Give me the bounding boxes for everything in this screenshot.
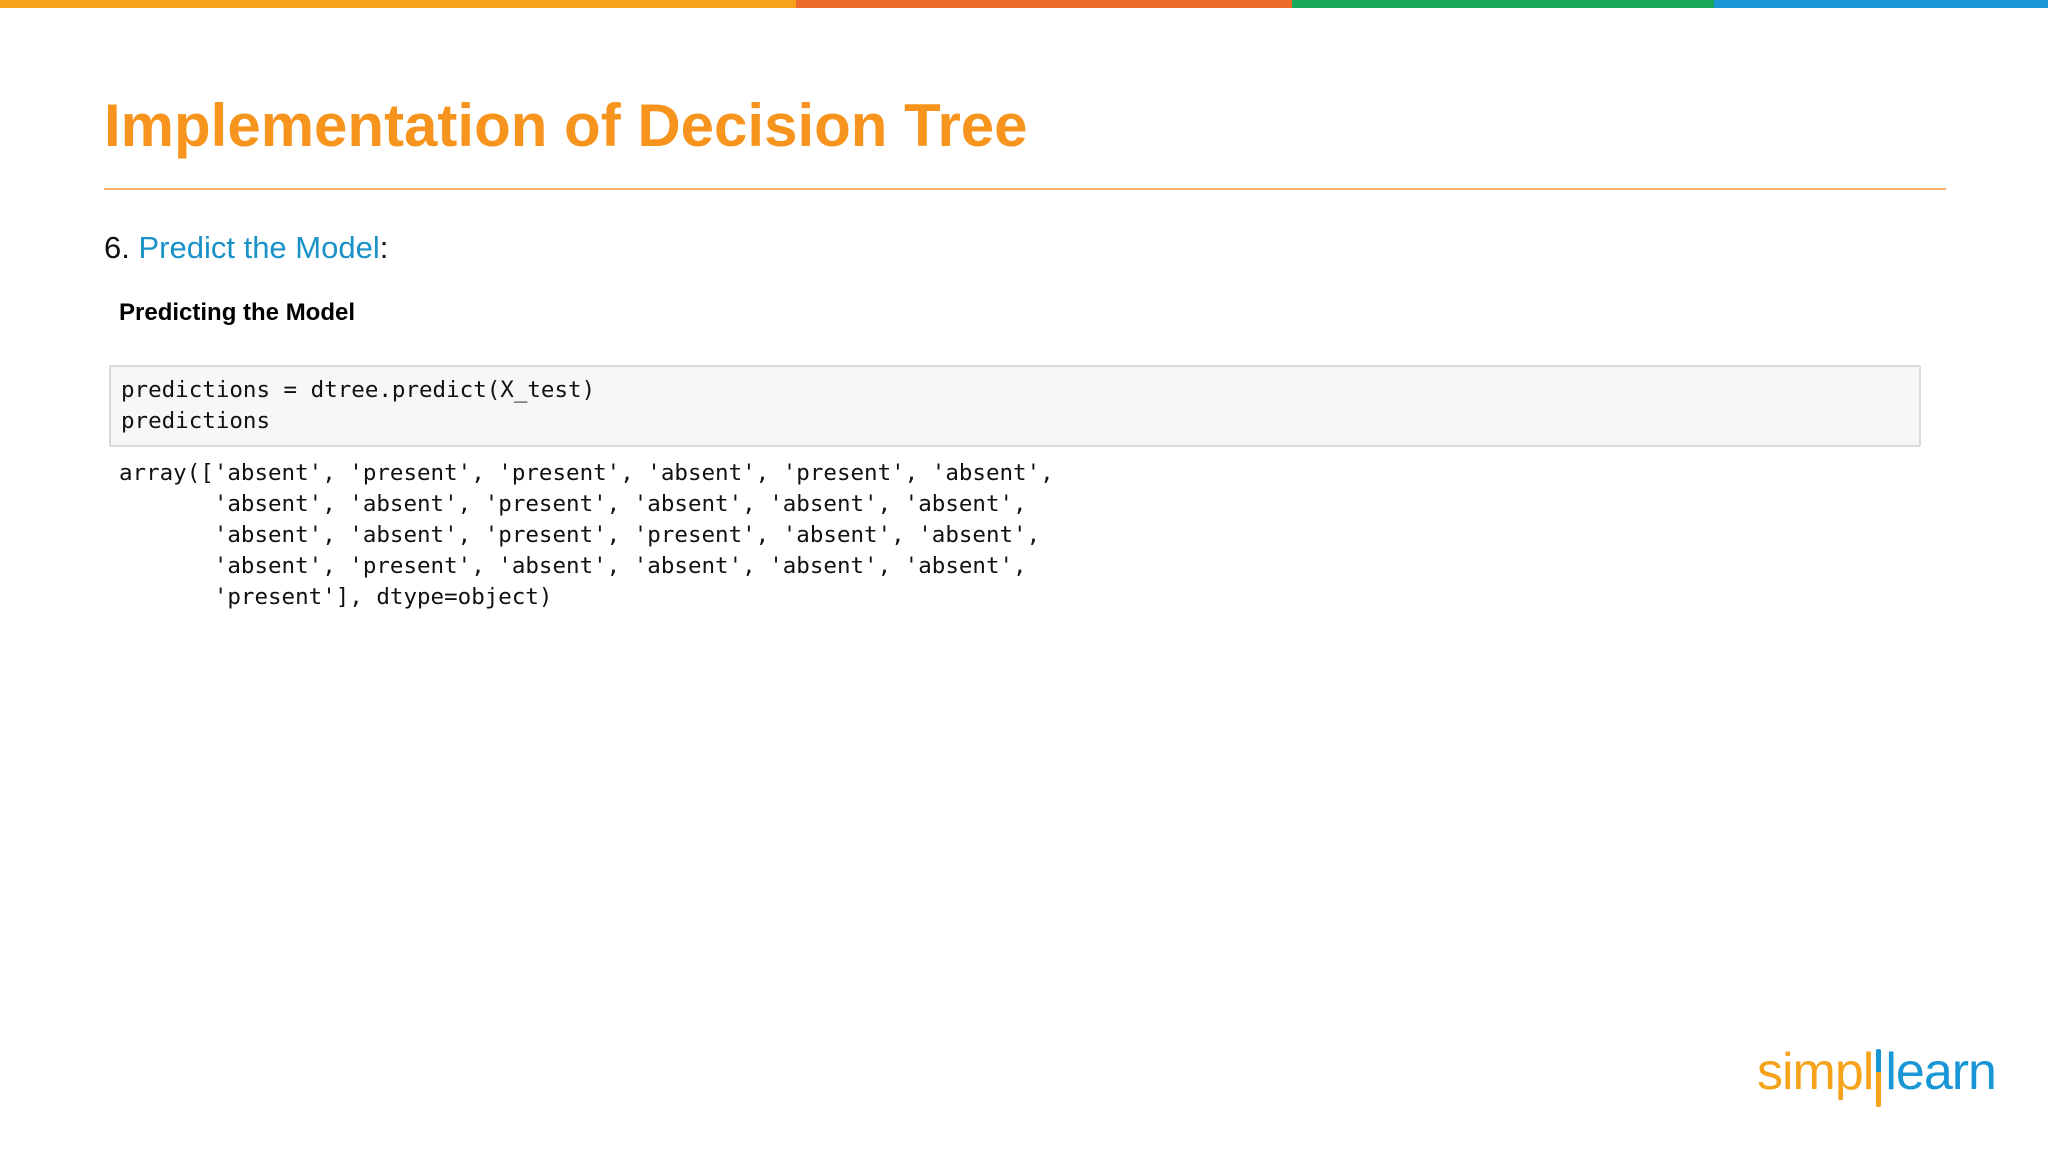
- step-suffix: :: [379, 230, 389, 265]
- stripe-red-segment: [796, 0, 1292, 8]
- code-output: array(['absent', 'present', 'present', '…: [119, 458, 1054, 613]
- logo-text-learn: learn: [1885, 1043, 1997, 1101]
- code-output-line: 'absent', 'absent', 'present', 'present'…: [119, 522, 1041, 548]
- stripe-green-segment: [1292, 0, 1714, 8]
- top-color-stripe: [0, 0, 2048, 8]
- simplilearn-logo: simpl learn: [1757, 1040, 1997, 1110]
- code-output-line: 'absent', 'absent', 'present', 'absent',…: [119, 491, 1027, 517]
- code-input-line: predictions: [121, 408, 271, 434]
- logo-text-simpl: simpl: [1757, 1043, 1874, 1101]
- code-input: predictions = dtree.predict(X_test)predi…: [121, 375, 595, 437]
- stripe-blue-segment: [1714, 0, 2048, 8]
- section-heading: Predicting the Model: [119, 299, 356, 326]
- step-number: 6.: [104, 230, 130, 265]
- logo-i-mark-icon: [1876, 1049, 1882, 1107]
- code-output-line: 'present'], dtype=object): [119, 584, 553, 610]
- code-output-line: 'absent', 'present', 'absent', 'absent',…: [119, 553, 1027, 579]
- code-output-line: array(['absent', 'present', 'present', '…: [119, 460, 1054, 486]
- slide-title: Implementation of Decision Tree: [104, 92, 1028, 159]
- step-heading: 6. Predict the Model:: [104, 228, 388, 268]
- stripe-orange-segment: [0, 0, 796, 8]
- code-input-cell[interactable]: predictions = dtree.predict(X_test)predi…: [109, 365, 1921, 447]
- title-divider: [104, 188, 1946, 190]
- code-input-line: predictions = dtree.predict(X_test): [121, 377, 596, 403]
- step-link[interactable]: Predict the Model: [138, 230, 379, 265]
